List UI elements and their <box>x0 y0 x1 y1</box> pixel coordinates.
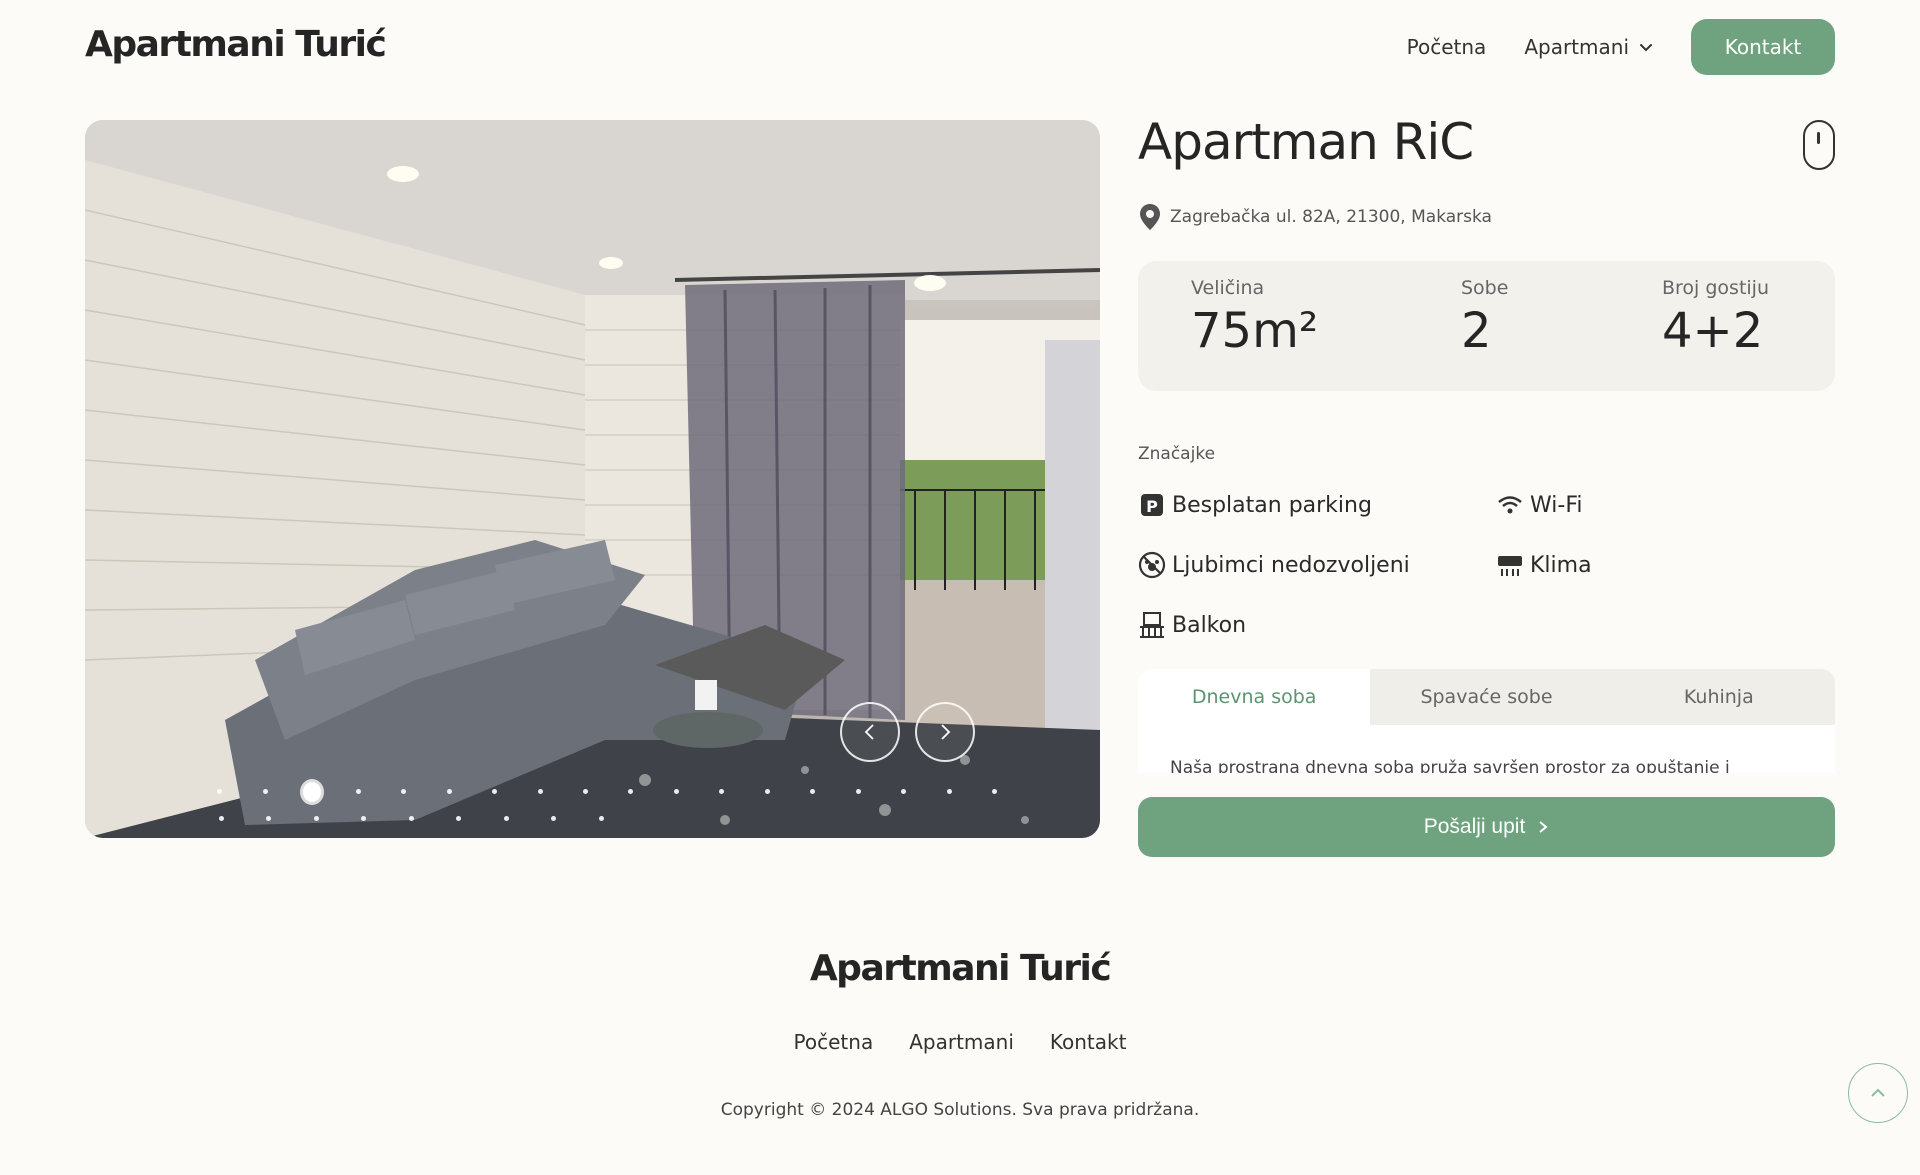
chevron-right-icon <box>941 724 951 740</box>
parking-icon: P <box>1141 494 1163 516</box>
feature-pets-label: Ljubimci nedozvoljeni <box>1172 552 1410 578</box>
gallery-dot[interactable] <box>257 807 281 831</box>
gallery-dot[interactable] <box>393 780 415 804</box>
stat-size-label: Veličina <box>1191 277 1265 299</box>
feature-pets: Ljubimci nedozvoljeni <box>1138 551 1410 579</box>
gallery-dot[interactable] <box>438 780 460 804</box>
tab-panel: Naša prostrana dnevna soba pruža savršen… <box>1138 725 1835 773</box>
scroll-mouse-icon <box>1803 120 1835 170</box>
gallery-dot[interactable] <box>893 780 915 804</box>
photo-gallery[interactable] <box>85 120 1100 838</box>
tab-kitchen[interactable]: Kuhinja <box>1603 669 1835 725</box>
stat-guests: Broj gostiju 4+2 <box>1662 277 1769 359</box>
gallery-dot[interactable] <box>620 780 642 804</box>
contact-button[interactable]: Kontakt <box>1691 19 1835 75</box>
feature-balcony-label: Balkon <box>1172 612 1247 638</box>
stat-rooms-label: Sobe <box>1461 277 1509 299</box>
chevron-left-icon <box>864 724 874 740</box>
nav-link-apartments-label: Apartmani <box>1524 35 1629 59</box>
gallery-dot[interactable] <box>575 780 597 804</box>
address-text: Zagrebačka ul. 82A, 21300, Makarska <box>1170 207 1492 227</box>
gallery-dot[interactable] <box>347 780 369 804</box>
gallery-dot[interactable] <box>399 807 423 831</box>
tab-bedrooms[interactable]: Spavaće sobe <box>1370 669 1602 725</box>
main-nav: Početna Apartmani Kontakt <box>1407 19 1835 75</box>
send-inquiry-label: Pošalji upit <box>1423 815 1526 838</box>
scroll-to-top-button[interactable] <box>1848 1063 1908 1123</box>
room-tabs: Dnevna soba Spavaće sobe Kuhinja <box>1138 669 1835 725</box>
footer-link-apartments[interactable]: Apartmani <box>909 1030 1014 1054</box>
gallery-dot[interactable] <box>529 780 551 804</box>
gallery-dot[interactable] <box>847 780 869 804</box>
feature-balcony: Balkon <box>1138 611 1246 639</box>
feature-parking: P Besplatan parking <box>1138 491 1372 519</box>
chevron-down-icon <box>1640 44 1652 52</box>
nav-link-apartments[interactable]: Apartmani <box>1524 35 1653 59</box>
copyright-text: Copyright © 2024 ALGO Solutions. Sva pra… <box>720 1100 1200 1120</box>
stat-rooms: Sobe 2 <box>1461 277 1508 359</box>
gallery-dot[interactable] <box>209 780 231 804</box>
gallery-dot[interactable] <box>589 807 613 831</box>
feature-wifi: Wi-Fi <box>1496 491 1583 519</box>
balcony-icon <box>1140 612 1164 638</box>
air-conditioner-icon <box>1498 556 1522 576</box>
stat-guests-label: Broj gostiju <box>1662 277 1770 299</box>
wifi-icon <box>1498 496 1522 514</box>
no-pets-icon <box>1138 551 1166 579</box>
location-pin-icon <box>1140 204 1160 230</box>
nav-link-home[interactable]: Početna <box>1407 35 1487 59</box>
gallery-prev-button[interactable] <box>840 702 900 762</box>
apartment-stats: Veličina 75m² Sobe 2 Broj gostiju 4+2 <box>1138 261 1835 391</box>
stat-size-value: 75m² <box>1191 303 1319 359</box>
gallery-dot[interactable] <box>711 780 733 804</box>
stat-rooms-value: 2 <box>1461 303 1492 359</box>
footer-nav: Početna Apartmani Kontakt <box>0 1030 1920 1054</box>
gallery-dot[interactable] <box>665 780 687 804</box>
chevron-right-icon <box>1539 821 1548 833</box>
gallery-dot[interactable] <box>938 780 960 804</box>
gallery-dot[interactable] <box>756 780 778 804</box>
gallery-dot[interactable] <box>299 779 324 804</box>
features-heading: Značajke <box>1138 444 1216 464</box>
apartment-address: Zagrebačka ul. 82A, 21300, Makarska <box>1138 203 1492 231</box>
site-header: Apartmani Turić Početna Apartmani Kontak… <box>0 0 1920 96</box>
chevron-up-icon <box>1871 1088 1885 1097</box>
gallery-dot[interactable] <box>254 780 276 804</box>
footer-link-contact[interactable]: Kontakt <box>1050 1030 1127 1054</box>
gallery-dot[interactable] <box>484 780 506 804</box>
feature-parking-label: Besplatan parking <box>1172 492 1372 518</box>
gallery-dot[interactable] <box>352 807 376 831</box>
gallery-dot[interactable] <box>304 807 328 831</box>
site-logo[interactable]: Apartmani Turić <box>85 24 387 65</box>
gallery-dot[interactable] <box>542 807 566 831</box>
tab-living-room[interactable]: Dnevna soba <box>1138 669 1371 725</box>
feature-wifi-label: Wi-Fi <box>1530 492 1583 518</box>
gallery-pagination <box>209 778 1029 832</box>
footer-link-home[interactable]: Početna <box>794 1030 874 1054</box>
stat-size: Veličina 75m² <box>1191 277 1318 359</box>
gallery-dot[interactable] <box>984 780 1006 804</box>
gallery-next-button[interactable] <box>915 702 975 762</box>
gallery-dot[interactable] <box>209 807 233 831</box>
gallery-dot[interactable] <box>447 807 471 831</box>
feature-ac: Klima <box>1496 551 1592 579</box>
footer-logo[interactable]: Apartmani Turić <box>0 948 1920 989</box>
feature-ac-label: Klima <box>1530 552 1592 578</box>
gallery-dot[interactable] <box>802 780 824 804</box>
svg-text:P: P <box>1146 497 1158 516</box>
stat-guests-value: 4+2 <box>1662 303 1764 359</box>
send-inquiry-button[interactable]: Pošalji upit <box>1138 797 1835 857</box>
tab-panel-text: Naša prostrana dnevna soba pruža savršen… <box>1170 758 1730 773</box>
gallery-dot[interactable] <box>494 807 518 831</box>
apartment-title: Apartman RiC <box>1138 113 1474 171</box>
